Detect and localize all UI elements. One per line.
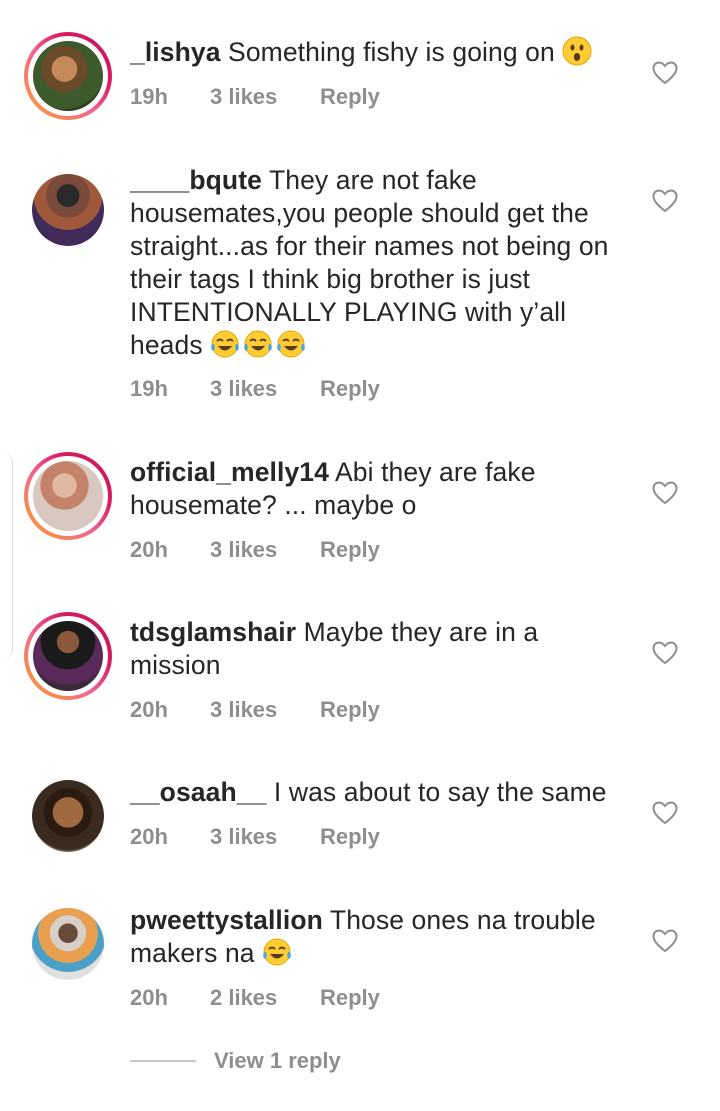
avatar[interactable]	[24, 612, 112, 700]
reply-button[interactable]: Reply	[320, 697, 380, 723]
comment-text: __osaah__ I was about to say the same	[130, 776, 630, 809]
comment-likes[interactable]: 2 likes	[210, 985, 320, 1011]
comment-username[interactable]: __osaah__	[130, 777, 266, 807]
comment-meta: 20h 3 likes Reply	[130, 824, 380, 850]
comment-body: I was about to say the same	[273, 777, 607, 807]
heart-outline-icon[interactable]	[652, 641, 678, 665]
comment-text: pweettystallion Those ones na trouble ma…	[130, 904, 630, 970]
comment-time: 20h	[130, 985, 168, 1010]
comment-body: Something fishy is going on	[228, 37, 555, 67]
comment-text: _lishya Something fishy is going on	[130, 36, 630, 69]
comment-likes[interactable]: 3 likes	[210, 697, 320, 723]
heart-outline-icon[interactable]	[652, 189, 678, 213]
heart-outline-icon[interactable]	[652, 481, 678, 505]
comment-username[interactable]: _lishya	[130, 37, 221, 67]
avatar[interactable]	[24, 772, 112, 860]
comment-meta: 20h 3 likes Reply	[130, 697, 380, 723]
avatar[interactable]	[24, 166, 112, 254]
comment-meta: 20h 3 likes Reply	[130, 537, 380, 563]
comment-username[interactable]: official_melly14	[130, 457, 329, 487]
reply-button[interactable]: Reply	[320, 985, 380, 1011]
heart-outline-icon[interactable]	[652, 929, 678, 953]
avatar[interactable]	[24, 32, 112, 120]
comment-meta: 19h 3 likes Reply	[130, 84, 380, 110]
comment-time: 19h	[130, 84, 168, 109]
comment-likes[interactable]: 3 likes	[210, 376, 320, 402]
view-replies-divider	[130, 1060, 196, 1062]
comment-text: official_melly14 Abi they are fake house…	[130, 456, 630, 522]
comment-time: 20h	[130, 537, 168, 562]
comment-text: ____bqute They are not fake housemates,y…	[130, 164, 630, 362]
comment-username[interactable]: tdsglamshair	[130, 617, 296, 647]
drawer-edge	[0, 452, 13, 660]
reply-button[interactable]: Reply	[320, 84, 380, 110]
comment-meta: 19h 3 likes Reply	[130, 376, 380, 402]
tears-of-joy-emoji	[211, 330, 239, 358]
avatar[interactable]	[24, 452, 112, 540]
comment-username[interactable]: pweettystallion	[130, 905, 323, 935]
avatar[interactable]	[24, 900, 112, 988]
tears-of-joy-emoji	[277, 330, 305, 358]
comment-username[interactable]: ____bqute	[130, 165, 262, 195]
view-replies-label[interactable]: View 1 reply	[214, 1048, 341, 1074]
tears-of-joy-emoji	[263, 938, 291, 966]
reply-button[interactable]: Reply	[320, 537, 380, 563]
reply-button[interactable]: Reply	[320, 824, 380, 850]
comment-likes[interactable]: 3 likes	[210, 824, 320, 850]
reply-button[interactable]: Reply	[320, 376, 380, 402]
comment-time: 19h	[130, 376, 168, 401]
comment-time: 20h	[130, 824, 168, 849]
heart-outline-icon[interactable]	[652, 61, 678, 85]
view-replies-button[interactable]: View 1 reply	[130, 1048, 341, 1074]
hushed-face-emoji	[562, 36, 592, 66]
comment-likes[interactable]: 3 likes	[210, 537, 320, 563]
comment-likes[interactable]: 3 likes	[210, 84, 320, 110]
comment-time: 20h	[130, 697, 168, 722]
comment-text: tdsglamshair Maybe they are in a mission	[130, 616, 630, 682]
comment-meta: 20h 2 likes Reply	[130, 985, 380, 1011]
tears-of-joy-emoji	[244, 330, 272, 358]
heart-outline-icon[interactable]	[652, 801, 678, 825]
